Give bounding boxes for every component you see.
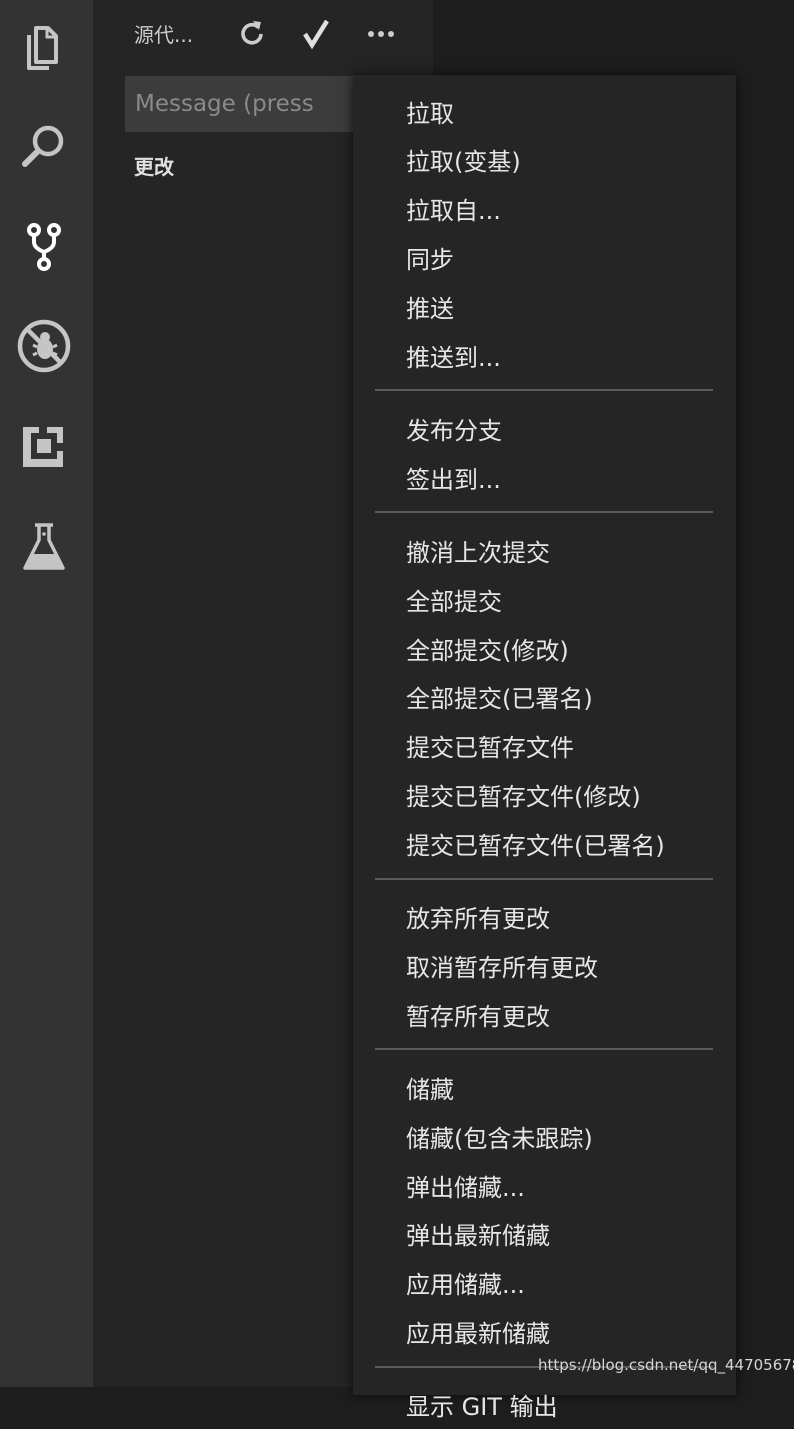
menu-item[interactable]: 撤消上次提交: [353, 526, 736, 574]
source-control-icon[interactable]: [12, 214, 76, 278]
watermark: https://blog.csdn.net/qq_44705678: [538, 1356, 794, 1374]
menu-item[interactable]: 提交已暂存文件(已署名): [353, 820, 736, 868]
menu-item[interactable]: 弹出最新储藏: [353, 1210, 736, 1258]
test-flask-icon[interactable]: [12, 514, 76, 578]
menu-item[interactable]: 提交已暂存文件: [353, 722, 736, 770]
menu-item[interactable]: 弹出储藏...: [353, 1161, 736, 1209]
menu-item[interactable]: 发布分支: [353, 404, 736, 452]
menu-item[interactable]: 应用储藏...: [353, 1259, 736, 1307]
menu-separator: [375, 877, 713, 880]
menu-item[interactable]: 取消暂存所有更改: [353, 941, 736, 989]
more-icon[interactable]: [359, 12, 403, 56]
menu-item[interactable]: 全部提交: [353, 575, 736, 623]
menu-item[interactable]: 应用最新储藏: [353, 1308, 736, 1356]
check-icon[interactable]: [294, 12, 338, 56]
menu-item[interactable]: 放弃所有更改: [353, 893, 736, 941]
menu-item[interactable]: 推送到...: [353, 332, 736, 380]
menu-item[interactable]: 签出到...: [353, 453, 736, 501]
changes-header[interactable]: 更改: [134, 151, 174, 180]
menu-item[interactable]: 暂存所有更改: [353, 990, 736, 1038]
menu-separator: [375, 389, 713, 392]
activity-bar: [0, 0, 93, 1387]
menu-item[interactable]: 拉取自...: [353, 185, 736, 233]
more-actions-menu: 拉取 拉取(变基) 拉取自... 同步 推送 推送到... 发布分支 签出到... 撤消上次提交…: [353, 75, 736, 1421]
panel-title: 源代...: [134, 23, 194, 47]
menu-item[interactable]: 全部提交(修改): [353, 624, 736, 672]
menu-item[interactable]: 全部提交(已署名): [353, 673, 736, 721]
menu-item[interactable]: 储藏(包含未跟踪): [353, 1112, 736, 1160]
search-icon[interactable]: [12, 114, 76, 178]
menu-item[interactable]: 推送: [353, 283, 736, 331]
refresh-icon[interactable]: [230, 12, 274, 56]
extensions-icon[interactable]: [12, 414, 76, 478]
menu-separator: [375, 1048, 713, 1051]
menu-item[interactable]: 提交已暂存文件(修改): [353, 771, 736, 819]
menu-item[interactable]: 显示 GIT 输出: [353, 1381, 736, 1429]
debug-icon[interactable]: [12, 314, 76, 378]
menu-item[interactable]: 拉取: [353, 87, 736, 135]
menu-item[interactable]: 拉取(变基): [353, 136, 736, 184]
menu-separator: [375, 511, 713, 514]
menu-item[interactable]: 同步: [353, 234, 736, 282]
files-icon[interactable]: [12, 14, 76, 78]
menu-item[interactable]: 储藏: [353, 1063, 736, 1111]
